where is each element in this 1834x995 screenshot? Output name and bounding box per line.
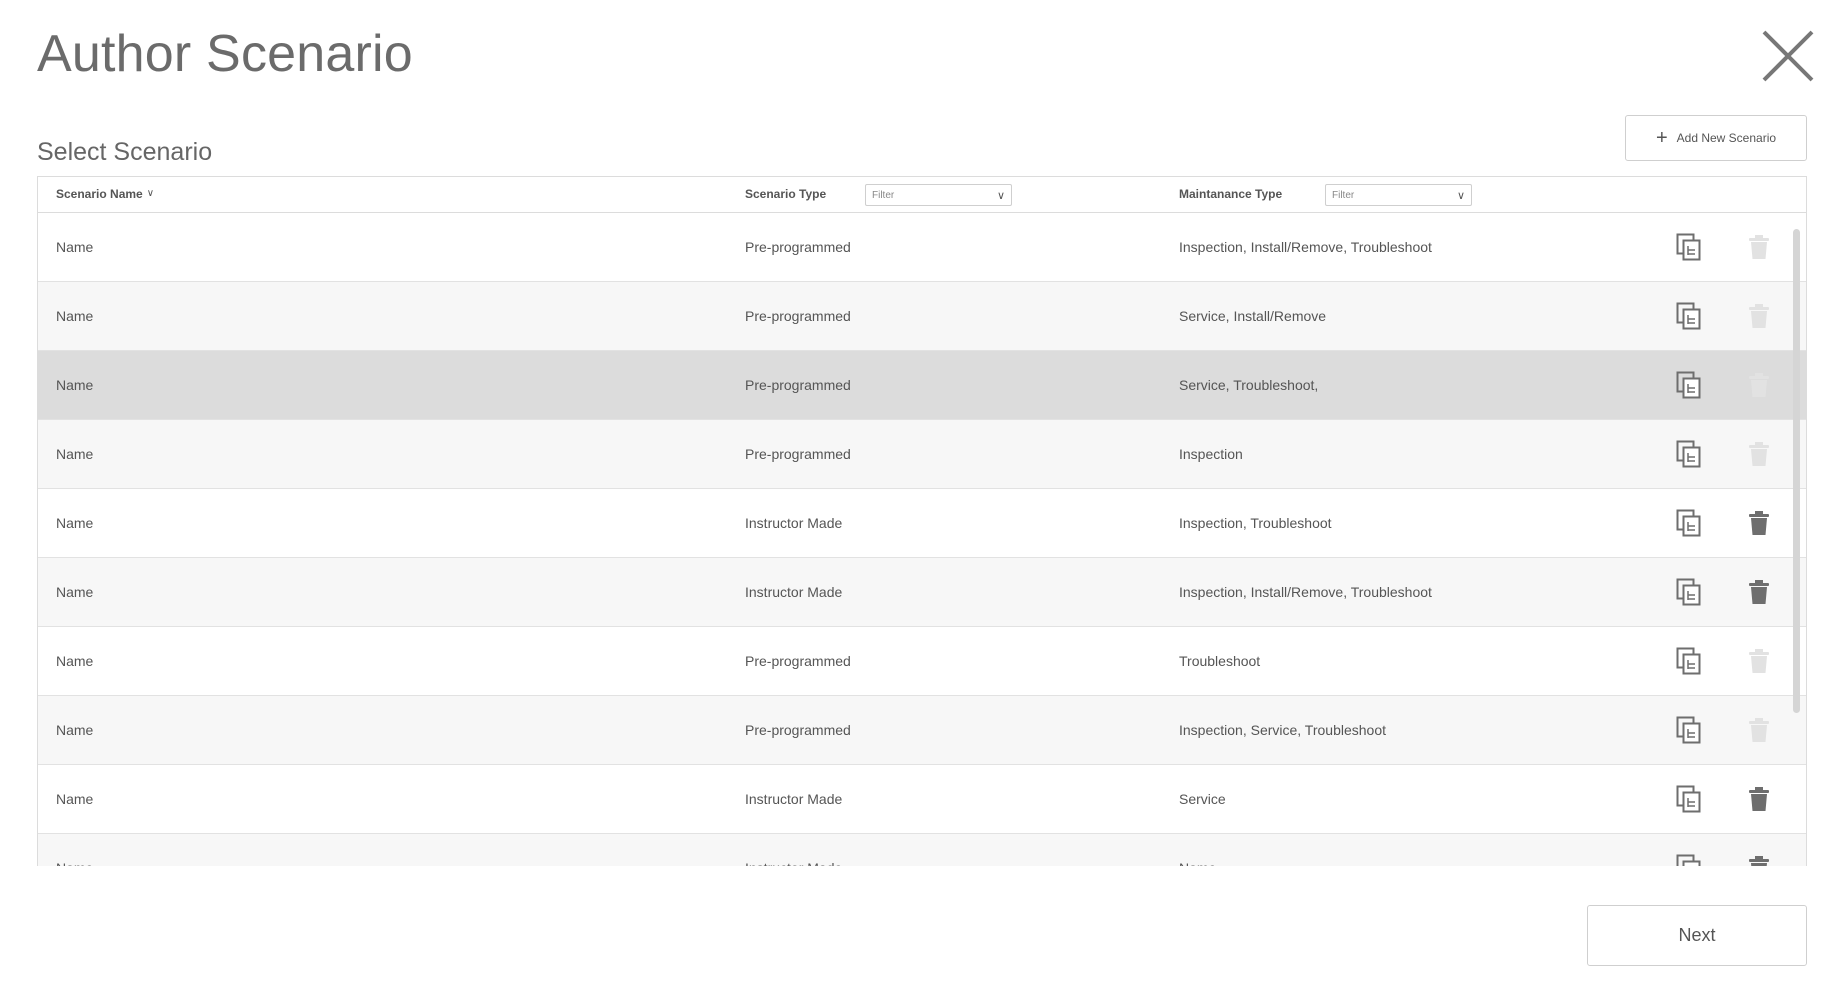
copy-icon[interactable] <box>1676 440 1702 468</box>
trash-icon <box>1748 303 1770 329</box>
scenario-type-cell: Pre-programmed <box>745 722 851 738</box>
column-header-maintenance-type: Maintanance Type <box>1179 187 1282 201</box>
table-row[interactable]: Name Pre-programmed Troubleshoot <box>38 627 1806 696</box>
copy-icon[interactable] <box>1676 716 1702 744</box>
trash-icon[interactable] <box>1748 786 1770 812</box>
table-row[interactable]: Name Instructor Made Inspection, Troublesh… <box>38 489 1806 558</box>
scenario-name-cell: Name <box>56 860 93 866</box>
table-row[interactable]: Name Pre-programmed Service, Install/Remov… <box>38 282 1806 351</box>
chevron-down-icon: ∨ <box>1456 189 1465 202</box>
trash-icon[interactable] <box>1748 579 1770 605</box>
table-header: Scenario Name ∨ Scenario Type Filter ∨ M… <box>38 177 1806 213</box>
column-header-label: Scenario Name <box>56 187 143 201</box>
scenario-name-cell: Name <box>56 584 94 600</box>
scenario-type-cell: Instructor Made <box>745 860 842 866</box>
maintenance-type-cell: Inspection, Install/Remove, Troubleshoot <box>1179 239 1432 255</box>
maintenance-type-cell: Service, Install/Remove <box>1179 308 1327 324</box>
scenario-name-cell: Name <box>56 377 94 393</box>
scenario-type-cell: Pre-programmed <box>745 308 851 324</box>
scenario-name-cell: Name <box>56 239 94 255</box>
scenario-table: Scenario Name ∨ Scenario Type Filter ∨ M… <box>37 176 1807 866</box>
table-row[interactable]: Name Pre-programmed Service, Troubleshoot, <box>38 351 1806 420</box>
table-row[interactable]: Name Pre-programmed Inspection, Service, T… <box>38 696 1806 765</box>
trash-icon <box>1748 441 1770 467</box>
table-body: Name Pre-programmed Inspection, Install/Re… <box>38 213 1806 866</box>
maintenance-type-cell: Inspection, Service, Troubleshoot <box>1179 722 1387 738</box>
column-header-scenario-type: Scenario Type <box>745 187 826 201</box>
trash-icon <box>1748 648 1770 674</box>
maintenance-type-cell: Name <box>1179 860 1216 866</box>
maintenance-type-cell: Inspection <box>1179 446 1243 462</box>
scenario-type-cell: Pre-programmed <box>745 239 851 255</box>
table-row[interactable]: Name Instructor Made Inspection, Install/R… <box>38 558 1806 627</box>
filter-placeholder: Filter <box>872 189 895 201</box>
close-icon <box>1762 30 1814 82</box>
chevron-down-icon: ∨ <box>146 187 155 199</box>
copy-icon[interactable] <box>1676 854 1702 866</box>
trash-icon <box>1748 717 1770 743</box>
maintenance-type-cell: Inspection, Troubleshoot <box>1179 515 1332 531</box>
section-title: Select Scenario <box>37 138 213 166</box>
plus-icon: + <box>1655 127 1668 149</box>
column-header-label: Maintanance Type <box>1179 187 1283 201</box>
next-button[interactable]: Next <box>1587 905 1807 966</box>
scenario-type-filter[interactable]: Filter ∨ <box>865 184 1012 206</box>
table-row[interactable]: Name Instructor Made Name <box>38 834 1806 866</box>
column-header-label: Scenario Type <box>745 187 827 201</box>
scenario-name-cell: Name <box>56 515 94 531</box>
copy-icon[interactable] <box>1676 509 1702 537</box>
scenario-type-cell: Instructor Made <box>745 584 843 600</box>
trash-icon <box>1748 372 1770 398</box>
maintenance-type-filter[interactable]: Filter ∨ <box>1325 184 1472 206</box>
maintenance-type-cell: Service <box>1179 791 1226 807</box>
trash-icon[interactable] <box>1748 855 1770 866</box>
chevron-down-icon: ∨ <box>996 189 1005 202</box>
filter-placeholder: Filter <box>1332 189 1355 201</box>
scenario-name-cell: Name <box>56 653 94 669</box>
copy-icon[interactable] <box>1676 647 1702 675</box>
scenario-name-cell: Name <box>56 446 94 462</box>
trash-icon <box>1748 234 1770 260</box>
maintenance-type-cell: Inspection, Install/Remove, Troubleshoot <box>1179 584 1432 600</box>
table-scrollbar[interactable] <box>1793 229 1800 713</box>
table-row[interactable]: Name Pre-programmed Inspection, Install/Re… <box>38 213 1806 282</box>
copy-icon[interactable] <box>1676 233 1702 261</box>
table-row[interactable]: Name Instructor Made Service <box>38 765 1806 834</box>
add-new-scenario-button[interactable]: + Add New Scenario <box>1625 115 1807 161</box>
column-header-scenario-name[interactable]: Scenario Name ∨ <box>56 187 154 201</box>
page-title: Author Scenario <box>37 25 413 83</box>
scenario-name-cell: Name <box>56 791 94 807</box>
scenario-type-cell: Instructor Made <box>745 791 843 807</box>
scenario-type-cell: Pre-programmed <box>745 446 851 462</box>
scenario-type-cell: Pre-programmed <box>745 377 851 393</box>
scenario-name-cell: Name <box>56 308 94 324</box>
copy-icon[interactable] <box>1676 578 1702 606</box>
add-new-scenario-label: Add New Scenario <box>1676 131 1777 145</box>
copy-icon[interactable] <box>1676 785 1702 813</box>
table-row[interactable]: Name Pre-programmed Inspection <box>38 420 1806 489</box>
trash-icon[interactable] <box>1748 510 1770 536</box>
scenario-name-cell: Name <box>56 722 94 738</box>
copy-icon[interactable] <box>1676 302 1702 330</box>
close-button[interactable] <box>1760 28 1816 84</box>
scenario-type-cell: Instructor Made <box>745 515 843 531</box>
copy-icon[interactable] <box>1676 371 1702 399</box>
maintenance-type-cell: Troubleshoot <box>1179 653 1261 669</box>
scenario-type-cell: Pre-programmed <box>745 653 851 669</box>
maintenance-type-cell: Service, Troubleshoot, <box>1179 377 1319 393</box>
